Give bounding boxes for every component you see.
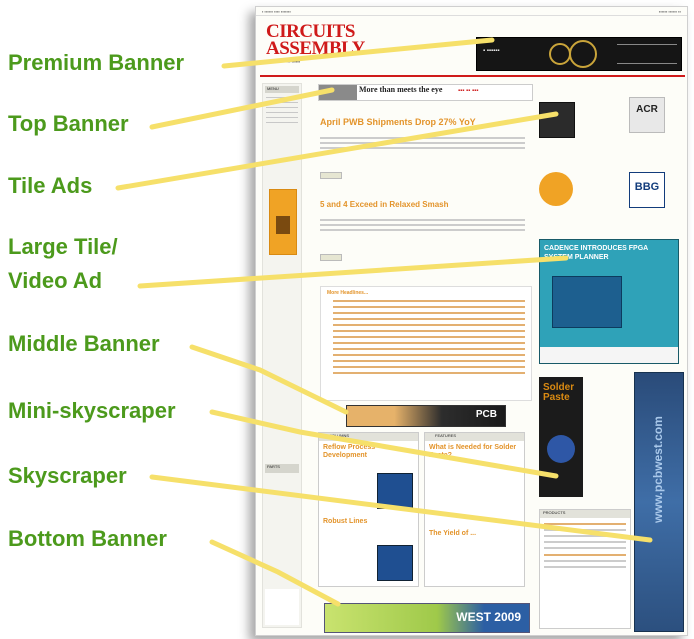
skyscraper-text: www.pcbwest.com — [651, 416, 665, 523]
headline-link[interactable] — [333, 360, 525, 362]
columns-header: COLUMNS — [319, 433, 418, 441]
column-headline[interactable]: Robust Lines — [323, 518, 414, 526]
label-mini-skyscraper: Mini-skyscraper — [8, 398, 176, 423]
headline-link[interactable] — [333, 366, 525, 368]
label-large-tile: Large Tile/ — [8, 234, 118, 259]
premium-ad-ring-icon — [569, 40, 597, 68]
tile-ad-1[interactable] — [539, 102, 575, 138]
headline-link[interactable] — [333, 354, 525, 356]
read-more-button[interactable] — [320, 172, 342, 179]
left-sidebar-menu: MENU PARTS — [262, 83, 302, 628]
middle-banner-text: PCB — [475, 409, 497, 420]
label-tile-ads: Tile Ads — [8, 173, 93, 198]
menu-item[interactable] — [266, 97, 298, 98]
products-box: PRODUCTS — [539, 509, 631, 629]
more-headlines-title: More Headlines... — [327, 290, 369, 296]
topnav-right-links[interactable]: ▪▪▪▪▪▪ ▪▪▪▪▪▪ ▪▪ — [659, 9, 681, 14]
product-text — [544, 541, 626, 543]
column-headline[interactable]: Reflow Process Development — [323, 444, 414, 460]
menu-item[interactable] — [266, 117, 298, 118]
product-text — [544, 535, 626, 537]
bottom-banner-ad[interactable]: WEST 2009 — [324, 603, 530, 633]
parts-label: PARTS — [267, 464, 280, 469]
product-link[interactable] — [544, 554, 626, 556]
top-banner-ad[interactable]: More than meets the eye ▪▪▪ ▪▪ ▪▪▪ — [318, 84, 533, 101]
label-middle-banner: Middle Banner — [8, 331, 160, 356]
large-tile-video-ad[interactable]: CADENCE INTRODUCES FPGA SYSTEM PLANNER — [539, 239, 679, 364]
menu-item[interactable] — [266, 102, 298, 103]
product-text — [544, 547, 626, 549]
headline-link[interactable] — [333, 312, 525, 314]
mini-skyscraper-text: Solder Paste — [543, 382, 575, 403]
menu-item[interactable] — [266, 107, 298, 108]
product-text — [544, 566, 626, 568]
headline-link[interactable] — [333, 318, 525, 320]
parts-header: PARTS — [265, 464, 299, 473]
label-top-banner: Top Banner — [8, 111, 129, 136]
tile-ad-2-text: ACR — [636, 104, 658, 115]
story-headline-2[interactable]: 5 and 4 Exceed in Relaxed Smash — [320, 200, 530, 209]
middle-banner-ad[interactable]: PCB — [346, 405, 506, 427]
menu-header: MENU — [265, 86, 299, 93]
header-divider — [260, 75, 685, 77]
label-skyscraper: Skyscraper — [8, 463, 127, 488]
premium-ad-ring-icon — [549, 43, 571, 65]
story-headline-1[interactable]: April PWB Shipments Drop 27% YoY — [320, 117, 530, 127]
logo-line-assembly: ASSEMBLY — [266, 38, 365, 59]
sidebar-promo[interactable] — [265, 589, 299, 625]
headline-link[interactable] — [333, 372, 525, 374]
premium-ad-copy — [617, 44, 677, 64]
sidebar-book-ad[interactable] — [269, 189, 297, 255]
eye-image — [319, 85, 357, 100]
large-tile-caption: CADENCE INTRODUCES FPGA SYSTEM PLANNER — [544, 245, 648, 261]
headline-link[interactable] — [333, 348, 525, 350]
feature-headline[interactable]: The Yield of ... — [429, 530, 520, 538]
premium-banner-ad[interactable]: ▪ ▪▪▪▪▪▪ — [476, 37, 682, 71]
site-logo[interactable]: CIRCUITS ASSEMBLY ▪▪▪▪ ▪▪ ▪▪▪▪▪ ▪▪▪▪ ▪▪▪… — [266, 22, 386, 65]
product-text — [544, 529, 626, 531]
label-video-ad: Video Ad — [8, 268, 103, 293]
features-header: FEATURES — [425, 433, 524, 441]
topnav-left-links[interactable]: ▪ ▪▪▪▪▪▪ ▪▪▪▪ ▪▪▪▪▪▪▪ — [262, 9, 291, 14]
mini-skyscraper-graphic — [547, 435, 575, 463]
column-image — [377, 545, 413, 581]
tile-ad-2[interactable]: ACR — [629, 97, 665, 133]
headline-link[interactable] — [333, 300, 525, 302]
columns-box: COLUMNS Reflow Process Development Robus… — [318, 432, 419, 587]
tile-ad-4-text: BBG — [634, 181, 660, 193]
product-link[interactable] — [544, 523, 626, 525]
headline-link[interactable] — [333, 306, 525, 308]
label-premium-banner: Premium Banner — [8, 50, 185, 75]
products-header: PRODUCTS — [540, 510, 630, 518]
tile-ad-4[interactable]: BBG — [629, 172, 665, 208]
top-navigation-bar: ▪ ▪▪▪▪▪▪ ▪▪▪▪ ▪▪▪▪▪▪▪ ▪▪▪▪▪▪ ▪▪▪▪▪▪ ▪▪ — [256, 7, 687, 16]
large-tile-graphic — [552, 276, 622, 328]
story-body-2 — [320, 219, 525, 237]
story-body-1 — [320, 137, 525, 155]
mini-skyscraper-ad[interactable]: Solder Paste — [539, 377, 583, 497]
product-text — [544, 560, 626, 562]
skyscraper-ad[interactable]: www.pcbwest.com — [634, 372, 684, 632]
logo-tagline: ▪▪▪▪ ▪▪ ▪▪▪▪▪ ▪▪▪▪ ▪▪▪▪▪▪ — [266, 59, 301, 64]
headline-link[interactable] — [333, 330, 525, 332]
top-banner-logos: ▪▪▪ ▪▪ ▪▪▪ — [458, 88, 479, 94]
column-image — [377, 473, 413, 509]
headline-link[interactable] — [333, 324, 525, 326]
premium-ad-text: ▪ ▪▪▪▪▪▪ — [483, 48, 500, 54]
website-page-screenshot: ▪ ▪▪▪▪▪▪ ▪▪▪▪ ▪▪▪▪▪▪▪ ▪▪▪▪▪▪ ▪▪▪▪▪▪ ▪▪ C… — [255, 6, 688, 636]
bottom-banner-text: WEST 2009 — [456, 610, 521, 624]
features-box: FEATURES What is Needed for Solder Paste… — [424, 432, 525, 587]
tile-ad-3[interactable] — [539, 172, 573, 206]
read-more-button[interactable] — [320, 254, 342, 261]
feature-headline[interactable]: What is Needed for Solder Paste? — [429, 444, 520, 460]
menu-item[interactable] — [266, 112, 298, 113]
headline-link[interactable] — [333, 342, 525, 344]
large-tile-footer — [540, 347, 678, 363]
menu-item[interactable] — [266, 122, 298, 123]
more-headlines-box: More Headlines... — [320, 286, 532, 401]
headline-link[interactable] — [333, 336, 525, 338]
label-bottom-banner: Bottom Banner — [8, 526, 167, 551]
top-banner-text: More than meets the eye — [359, 85, 443, 94]
